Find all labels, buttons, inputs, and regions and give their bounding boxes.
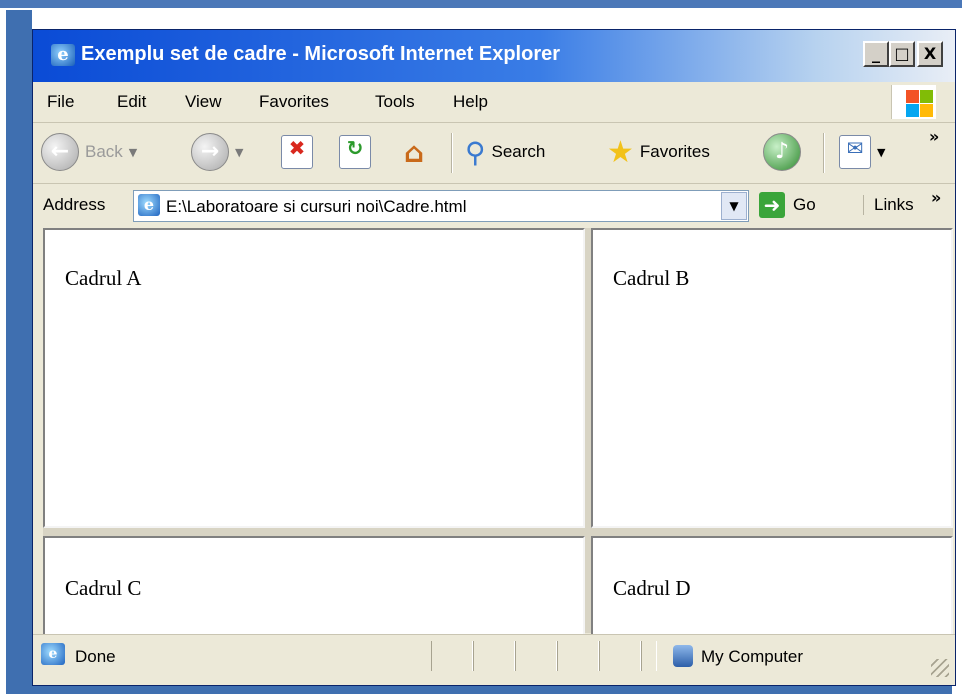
frame-b[interactable]: Cadrul B [591, 228, 953, 528]
status-panel [431, 641, 473, 671]
favorites-star-icon: ★ [607, 134, 634, 170]
media-icon: ♪ [763, 133, 801, 171]
resize-grip-icon[interactable] [931, 659, 949, 677]
close-button[interactable]: X [917, 41, 943, 67]
frame-a-text: Cadrul A [65, 266, 142, 290]
status-panel [515, 641, 557, 671]
search-icon: ⚲ [465, 135, 486, 169]
status-bar: e Done My Computer [33, 634, 955, 685]
status-panel [599, 641, 641, 671]
status-page-icon: e [41, 643, 65, 665]
go-button[interactable]: ➜ Go [759, 192, 816, 218]
toolbar-more-button[interactable]: » [929, 127, 939, 146]
my-computer-icon [673, 645, 693, 667]
home-icon: ⌂ [403, 136, 425, 169]
ie-window: e Exemplu set de cadre - Microsoft Inter… [32, 29, 956, 686]
stop-button[interactable]: ✖ [281, 131, 313, 173]
favorites-button[interactable]: ★ Favorites [607, 131, 710, 173]
media-button[interactable]: ♪ [763, 131, 801, 173]
frame-d[interactable]: Cadrul D [591, 536, 953, 636]
standard-toolbar: ← Back ▼ → ▼ ✖ ↻ ⌂ ⚲ Search ★ Favorites … [33, 123, 955, 184]
menu-favorites[interactable]: Favorites [259, 92, 329, 112]
minimize-button[interactable]: _ [863, 41, 889, 67]
search-button[interactable]: ⚲ Search [465, 131, 545, 173]
mail-icon: ✉ [839, 135, 871, 169]
desktop-bottom-band [6, 686, 952, 694]
home-button[interactable]: ⌂ [399, 131, 429, 173]
address-label: Address [43, 195, 106, 214]
status-panel [473, 641, 515, 671]
frame-c-text: Cadrul C [65, 576, 142, 600]
mail-dropdown-icon[interactable]: ▼ [877, 146, 885, 159]
forward-icon: → [191, 133, 229, 171]
refresh-button[interactable]: ↻ [339, 131, 371, 173]
zone-text: My Computer [701, 647, 804, 666]
menu-tools[interactable]: Tools [375, 92, 415, 112]
menu-file[interactable]: File [47, 92, 74, 112]
window-title: Exemplu set de cadre - Microsoft Interne… [81, 43, 561, 65]
address-input[interactable]: e E:\Laboratoare si cursuri noi\Cadre.ht… [133, 190, 749, 222]
search-label: Search [491, 142, 546, 161]
refresh-icon: ↻ [339, 135, 371, 169]
back-icon: ← [41, 133, 79, 171]
frameset: Cadrul A Cadrul B Cadrul C Cadrul D [43, 228, 953, 636]
back-dropdown-icon[interactable]: ▼ [129, 146, 137, 159]
menu-edit[interactable]: Edit [117, 92, 146, 112]
address-bar: Address e E:\Laboratoare si cursuri noi\… [33, 184, 955, 226]
address-dropdown-icon[interactable]: ▼ [721, 192, 747, 220]
frame-b-text: Cadrul B [613, 266, 690, 290]
ie-logo-icon[interactable]: e [51, 44, 75, 66]
go-label: Go [793, 195, 816, 214]
frame-d-text: Cadrul D [613, 576, 691, 600]
status-panel [641, 641, 657, 671]
forward-dropdown-icon[interactable]: ▼ [235, 146, 243, 159]
toolbar-separator [823, 133, 825, 173]
title-bar[interactable]: e Exemplu set de cadre - Microsoft Inter… [33, 30, 955, 82]
menu-help[interactable]: Help [453, 92, 488, 112]
links-button[interactable]: Links [863, 195, 914, 215]
maximize-button[interactable]: □ [889, 41, 915, 67]
status-panel [557, 641, 599, 671]
page-icon: e [138, 194, 160, 216]
links-more-button[interactable]: » [931, 188, 941, 207]
desktop-top-band [0, 0, 962, 8]
forward-button[interactable]: → ▼ [191, 131, 243, 173]
menu-view[interactable]: View [185, 92, 222, 112]
favorites-label: Favorites [639, 142, 710, 161]
status-text: Done [75, 647, 116, 666]
stop-icon: ✖ [281, 135, 313, 169]
frame-c[interactable]: Cadrul C [43, 536, 585, 636]
desktop-left-band [6, 10, 32, 692]
toolbar-separator [451, 133, 453, 173]
frame-a[interactable]: Cadrul A [43, 228, 585, 528]
windows-flag-icon [891, 85, 936, 119]
mail-button[interactable]: ✉ ▼ [839, 131, 885, 173]
menu-bar: File Edit View Favorites Tools Help [33, 82, 955, 123]
address-value: E:\Laboratoare si cursuri noi\Cadre.html [166, 197, 467, 216]
back-button[interactable]: ← Back ▼ [41, 131, 137, 173]
go-arrow-icon: ➜ [759, 192, 785, 218]
back-label: Back [85, 142, 123, 161]
